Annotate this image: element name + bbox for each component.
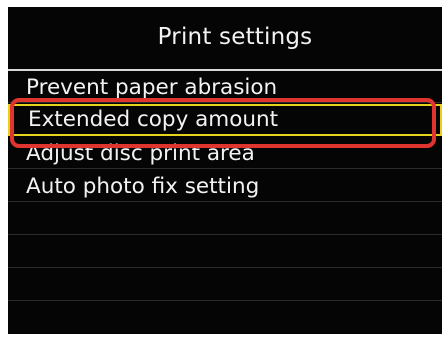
menu-item-auto-photo-fix-setting[interactable]: Auto photo fix setting [8,170,442,202]
menu-item-label: Auto photo fix setting [26,174,260,199]
screen-title: Print settings [157,24,313,50]
menu-item-label: Prevent paper abrasion [26,75,278,100]
menu-item-label: Extended copy amount [28,107,279,132]
menu-item-extended-copy-amount[interactable]: Extended copy amount [8,104,442,136]
menu-item-empty [8,203,442,235]
menu-item-prevent-paper-abrasion[interactable]: Prevent paper abrasion [8,71,442,103]
settings-menu: Prevent paper abrasion Extended copy amo… [8,71,442,334]
menu-item-empty [8,269,442,301]
device-display: Print settings Prevent paper abrasion Ex… [0,0,448,338]
menu-item-empty [8,236,442,268]
title-bar: Print settings [8,7,442,67]
menu-item-adjust-disc-print-area[interactable]: Adjust disc print area [8,137,442,169]
lcd-screen: Print settings Prevent paper abrasion Ex… [8,7,442,334]
menu-item-label: Adjust disc print area [26,141,255,166]
